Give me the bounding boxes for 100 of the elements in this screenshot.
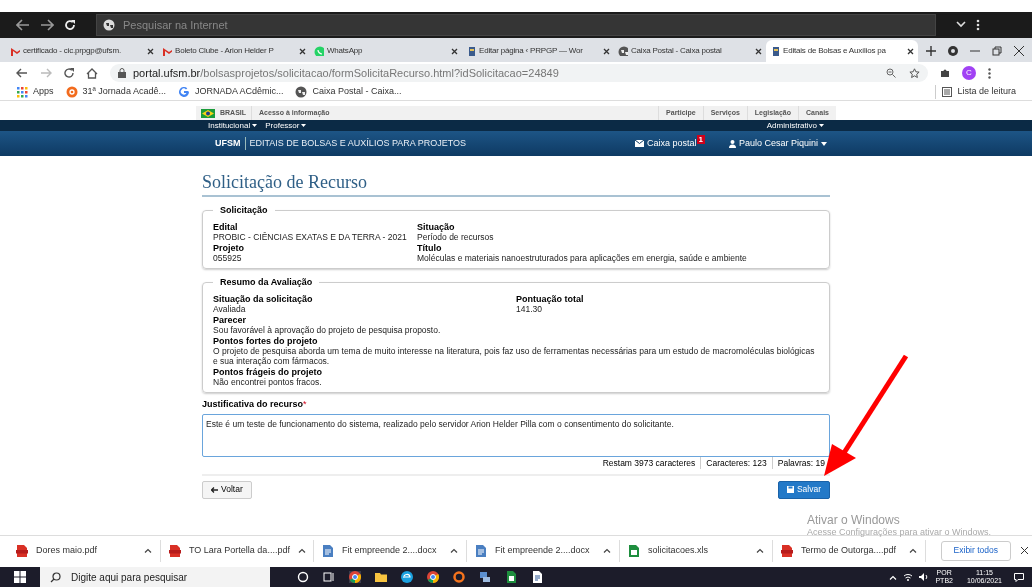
browser-tab[interactable]: Editais de Bolsas e Auxílios pa	[766, 40, 918, 62]
document-icon[interactable]	[531, 571, 543, 583]
nav-menu[interactable]: Administrativo	[766, 119, 824, 132]
download-item[interactable]: Fit empreende 2....docx	[467, 539, 620, 562]
wifi-icon[interactable]	[903, 573, 914, 581]
close-icon[interactable]	[755, 47, 762, 55]
globe-icon	[103, 19, 115, 31]
close-icon[interactable]	[299, 47, 306, 55]
field-label: Situação	[417, 222, 456, 232]
field-value: O projeto de pesquisa aborda um tema de muito interesse na literatura, pois faz uso de ferramentas necessárias para um estudo de macromoléculas biológicas e sua interação com fármacos.	[213, 346, 816, 366]
task-view-icon[interactable]	[323, 571, 335, 583]
mail-icon	[162, 46, 172, 56]
edge-icon[interactable]	[401, 571, 413, 583]
chevron-up-icon[interactable]	[603, 548, 611, 553]
field-label: Pontos frágeis do projeto	[213, 367, 323, 377]
address-bar[interactable]: portal.ufsm.br/bolsasprojetos/solicitacao/formSolicitaRecurso.html?idSolicitacao=24849	[110, 64, 928, 82]
field-label: Edital	[213, 222, 239, 232]
spreadsheet-icon[interactable]	[505, 571, 517, 583]
field-label: Pontuação total	[516, 294, 585, 304]
close-icon[interactable]	[1014, 46, 1024, 56]
close-icon[interactable]	[907, 47, 914, 55]
download-item[interactable]: solicitacoes.xls	[620, 539, 773, 562]
download-item[interactable]: Termo de Outorga....pdf	[773, 539, 926, 562]
download-item[interactable]: Fit empreende 2....docx	[314, 539, 467, 562]
site-title: EDITAIS DE BOLSAS E AUXÍLIOS PARA PROJETOS	[244, 136, 467, 151]
ring-icon[interactable]	[453, 571, 465, 583]
field-value: 141.30	[516, 304, 543, 314]
cortana-icon[interactable]	[297, 571, 309, 583]
field-label: Parecer	[213, 315, 248, 325]
folder-icon[interactable]	[375, 571, 387, 583]
pdf-file-icon	[169, 544, 181, 557]
chrome-icon[interactable]	[349, 571, 361, 583]
chevron-up-icon[interactable]	[450, 548, 458, 553]
user-menu[interactable]: Paulo Cesar Piquini	[728, 136, 827, 151]
reload-icon[interactable]	[64, 68, 74, 78]
building-icon	[770, 46, 780, 56]
url-text: portal.ufsm.br/bolsasprojetos/solicitacao/formSolicitaRecurso.html?idSolicitacao=24849	[133, 65, 560, 81]
nav-menu[interactable]: Professor	[265, 119, 307, 132]
document-icon	[322, 544, 334, 557]
chevron-up-icon[interactable]	[909, 548, 917, 553]
chevron-down-icon[interactable]	[956, 21, 966, 29]
computer-network-icon[interactable]	[479, 571, 491, 583]
field-value: Avaliada	[213, 304, 247, 314]
nav-menu[interactable]: Institucional	[208, 119, 258, 132]
download-item[interactable]: TO Lara Portella da....pdf	[161, 539, 314, 562]
pdf-file-icon	[16, 544, 28, 557]
justification-field[interactable]: Este é um teste de funcionamento do sistema, realizado pelo servidor Arion Helder Pilla com o consentimento do solicitante.	[202, 413, 830, 457]
notification-icon[interactable]	[1014, 572, 1024, 582]
bookmark[interactable]: JORNADA ACdêmic...	[177, 85, 284, 99]
globe-icon	[295, 86, 308, 98]
required-mark: *	[303, 398, 307, 411]
panel-legend: Solicitação	[213, 204, 275, 218]
caret-icon	[821, 141, 827, 146]
bookmark[interactable]: Apps	[16, 85, 54, 99]
search-field[interactable]: Pesquisar na Internet	[96, 14, 936, 36]
chrome-icon[interactable]	[427, 571, 439, 583]
close-icon[interactable]	[451, 47, 458, 55]
activation-text: Acesse Configurações para ativar o Windows.	[807, 527, 992, 538]
windows-logo-icon[interactable]	[14, 571, 26, 583]
mailbox-link[interactable]: Caixa postal	[634, 136, 697, 151]
search-icon	[50, 571, 61, 583]
lock-icon	[118, 68, 126, 78]
zoom-out-icon[interactable]	[886, 68, 896, 78]
speaker-icon[interactable]	[919, 573, 930, 581]
bookmark[interactable]: Caixa Postal - Caixa...	[295, 85, 402, 99]
star-icon[interactable]	[909, 67, 920, 79]
chevron-up-icon[interactable]	[144, 548, 152, 553]
back-arrow-icon[interactable]	[16, 19, 30, 31]
back-arrow-icon[interactable]	[16, 68, 28, 78]
profile-avatar[interactable]: C	[962, 66, 976, 80]
reading-list-button[interactable]: Lista de leitura	[935, 85, 1016, 99]
home-icon[interactable]	[86, 67, 98, 79]
show-all-button[interactable]: Exibir todos	[940, 540, 1011, 561]
field-value: Sou favorável à aprovação do projeto de pesquisa proposto.	[213, 325, 442, 335]
field-label: Projeto	[213, 243, 245, 253]
save-button[interactable]: Salvar	[777, 480, 830, 499]
close-icon[interactable]	[147, 47, 154, 55]
taskbar-search-field[interactable]: Digite aqui para pesquisar	[40, 567, 270, 587]
back-button[interactable]: Voltar	[202, 480, 252, 499]
panel-legend: Resumo da Avaliação	[213, 276, 320, 290]
field-value: Moléculas e materiais nanoestruturados para aplicações em energia, saúde e ambiente	[417, 253, 748, 263]
page-title: Solicitação de Recurso	[202, 171, 830, 197]
more-icon[interactable]	[988, 67, 991, 79]
download-item[interactable]: Dores maio.pdf	[8, 539, 161, 562]
bookmark[interactable]: 31ª Jornada Acadê...	[65, 85, 166, 99]
caret-icon	[252, 124, 258, 127]
close-icon[interactable]	[1021, 547, 1028, 554]
chevron-up-icon[interactable]	[297, 548, 306, 553]
field-value: Período de recursos	[417, 232, 495, 242]
spreadsheet-icon	[628, 544, 640, 557]
close-icon[interactable]	[603, 47, 610, 55]
field-value: Não encontrei pontos fracos.	[213, 377, 323, 387]
document-icon	[475, 544, 487, 557]
restore-icon[interactable]	[992, 46, 1002, 56]
forward-arrow-icon[interactable]	[40, 19, 54, 31]
more-icon[interactable]	[976, 19, 980, 31]
chevron-up-icon[interactable]	[756, 548, 764, 553]
plus-icon[interactable]	[926, 46, 936, 56]
record-icon[interactable]	[948, 46, 958, 56]
field-value: 055925	[213, 253, 243, 263]
